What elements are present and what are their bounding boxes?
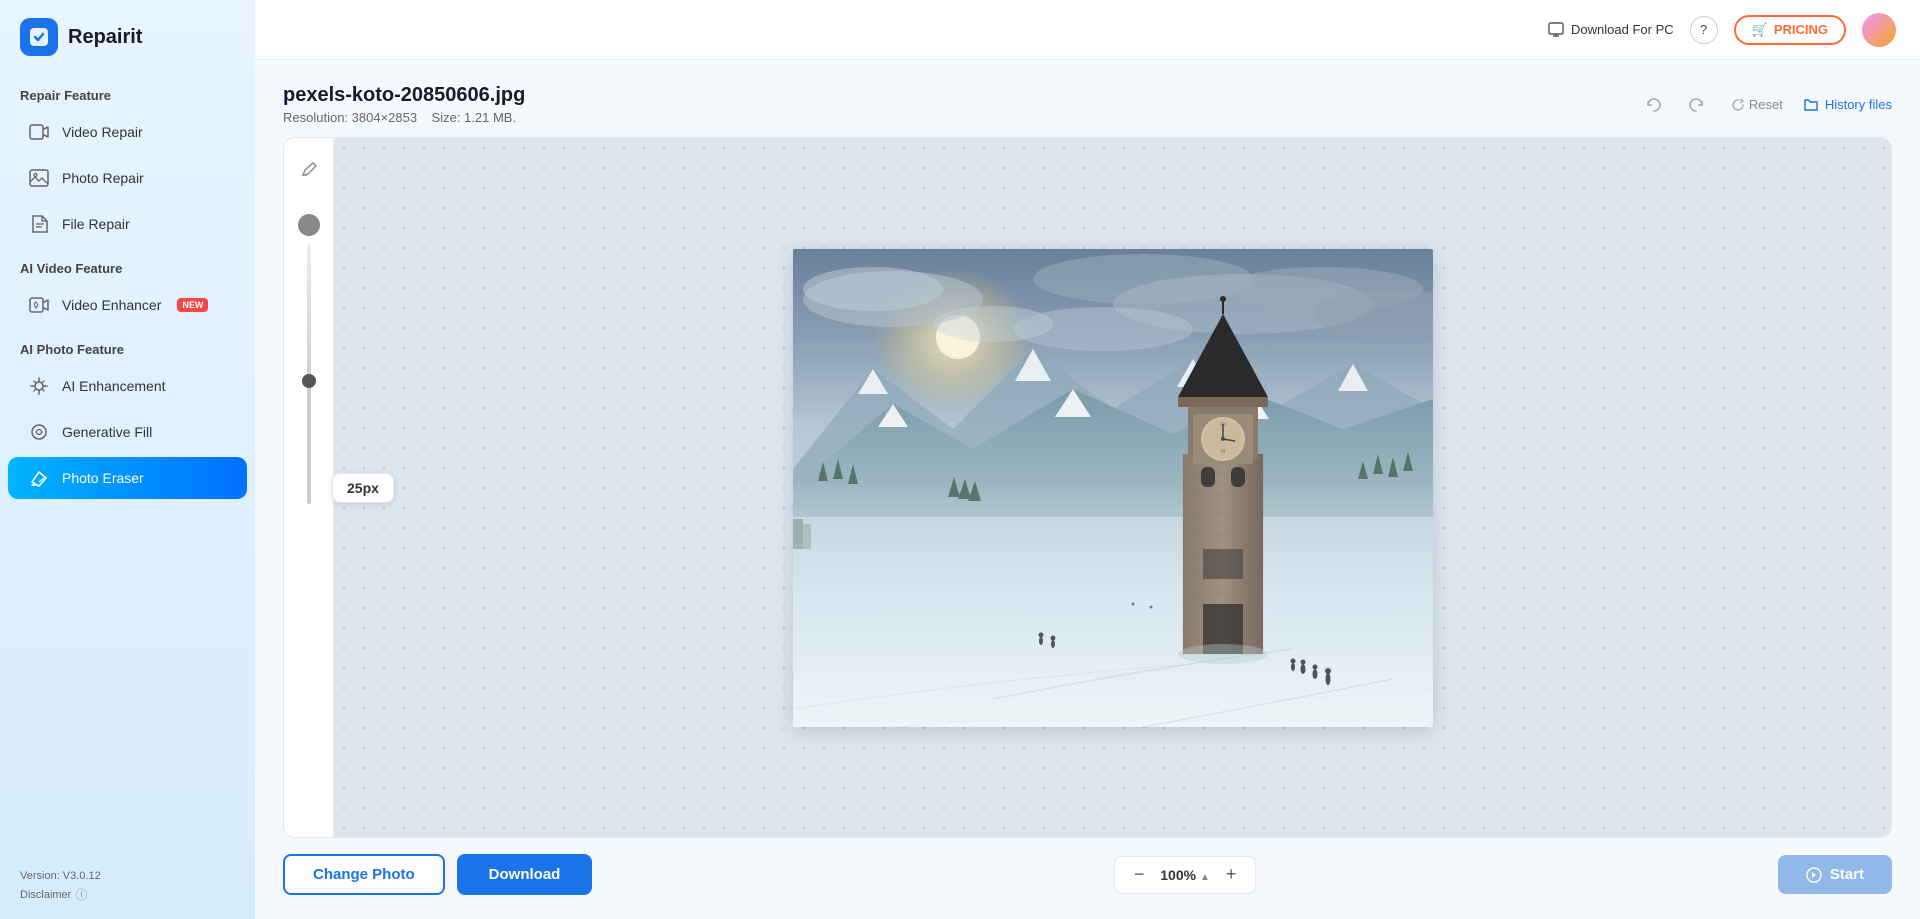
sidebar-item-file-repair[interactable]: File Repair <box>8 203 247 245</box>
brush-size-value: 25px <box>347 480 379 496</box>
video-repair-label: Video Repair <box>62 124 143 140</box>
zoom-value-display: 100% ▲ <box>1159 867 1211 883</box>
video-enhancer-label: Video Enhancer <box>62 297 161 313</box>
zoom-chevron-icon[interactable]: ▲ <box>1200 872 1210 883</box>
bottom-right-actions: Start <box>1778 855 1892 894</box>
undo-button[interactable] <box>1639 90 1669 120</box>
ai-video-feature-section: AI Video Feature <box>0 247 255 282</box>
version-label: Version: V3.0.12 <box>20 870 235 882</box>
svg-text:XII: XII <box>1219 422 1225 428</box>
repair-feature-section: Repair Feature <box>0 74 255 109</box>
download-pc-label: Download For PC <box>1571 22 1674 37</box>
bottom-left-actions: Change Photo Download <box>283 854 592 895</box>
canvas-area[interactable]: XII VI <box>334 138 1891 837</box>
cart-icon: 🛒 <box>1752 22 1768 38</box>
main-image: XII VI <box>793 249 1433 727</box>
file-name: pexels-koto-20850606.jpg <box>283 84 525 107</box>
zoom-controls: − 100% ▲ + <box>1114 856 1256 894</box>
reset-label: Reset <box>1749 97 1783 112</box>
brush-slider-thumb[interactable] <box>302 374 316 388</box>
sidebar-logo[interactable]: Repairit <box>0 0 255 74</box>
editor-area: 25px <box>283 137 1892 838</box>
photo-repair-label: Photo Repair <box>62 170 144 186</box>
file-repair-icon <box>28 213 50 235</box>
start-button[interactable]: Start <box>1778 855 1892 894</box>
app-logo-icon <box>20 18 58 56</box>
sidebar-item-ai-enhancement[interactable]: AI Enhancement <box>8 365 247 407</box>
help-button[interactable]: ? <box>1690 16 1718 44</box>
pricing-button[interactable]: 🛒 PRICING <box>1734 15 1846 45</box>
generative-fill-label: Generative Fill <box>62 424 152 440</box>
file-header: pexels-koto-20850606.jpg Resolution: 380… <box>283 84 1892 125</box>
brush-tool-button[interactable] <box>293 154 325 186</box>
pencil-icon <box>300 161 318 179</box>
topbar: Download For PC ? 🛒 PRICING <box>255 0 1920 60</box>
photo-eraser-label: Photo Eraser <box>62 470 144 486</box>
sidebar-footer: Version: V3.0.12 Disclaimer ⓘ <box>0 854 255 919</box>
start-label: Start <box>1830 866 1864 883</box>
pricing-label: PRICING <box>1774 22 1828 37</box>
disclaimer-text: Disclaimer <box>20 889 71 901</box>
brush-size-indicator <box>298 214 320 236</box>
main-content: Download For PC ? 🛒 PRICING pexels-koto-… <box>255 0 1920 919</box>
file-info: pexels-koto-20850606.jpg Resolution: 380… <box>283 84 525 125</box>
zoom-in-button[interactable]: + <box>1219 863 1243 887</box>
ai-enhancement-label: AI Enhancement <box>62 378 166 394</box>
zoom-plus-icon: + <box>1226 864 1237 885</box>
disclaimer-info-icon: ⓘ <box>75 886 87 903</box>
photo-eraser-icon <box>28 467 50 489</box>
download-for-pc-button[interactable]: Download For PC <box>1547 21 1674 39</box>
disclaimer-link[interactable]: Disclaimer ⓘ <box>20 886 235 903</box>
brush-size-tooltip: 25px <box>332 473 394 503</box>
file-resolution: Resolution: 3804×2853 <box>283 110 417 125</box>
sidebar-item-generative-fill[interactable]: Generative Fill <box>8 411 247 453</box>
new-badge: NEW <box>177 298 208 312</box>
monitor-icon <box>1547 21 1565 39</box>
user-avatar[interactable] <box>1862 13 1896 47</box>
sidebar-item-video-enhancer[interactable]: Video Enhancer NEW <box>8 284 247 326</box>
sidebar-item-photo-eraser[interactable]: Photo Eraser <box>8 457 247 499</box>
folder-icon <box>1803 97 1819 113</box>
file-size: Size: 1.21 MB. <box>432 110 517 125</box>
ai-enhancement-icon <box>28 375 50 397</box>
ai-photo-feature-section: AI Photo Feature <box>0 328 255 363</box>
sidebar: Repairit Repair Feature Video Repair Pho… <box>0 0 255 919</box>
image-scene-svg: XII VI <box>793 249 1433 727</box>
brush-size-slider-container <box>298 198 320 821</box>
sidebar-item-video-repair[interactable]: Video Repair <box>8 111 247 153</box>
photo-repair-icon <box>28 167 50 189</box>
content-area: pexels-koto-20850606.jpg Resolution: 380… <box>255 60 1920 919</box>
video-repair-icon <box>28 121 50 143</box>
start-icon <box>1806 867 1822 883</box>
history-files-button[interactable]: History files <box>1803 97 1892 113</box>
change-photo-button[interactable]: Change Photo <box>283 854 445 895</box>
generative-fill-icon <box>28 421 50 443</box>
zoom-percent: 100% <box>1160 867 1196 883</box>
file-actions: Reset History files <box>1639 90 1892 120</box>
brush-slider-track[interactable] <box>307 244 311 504</box>
sidebar-item-photo-repair[interactable]: Photo Repair <box>8 157 247 199</box>
zoom-out-button[interactable]: − <box>1127 863 1151 887</box>
app-name: Repairit <box>68 26 142 49</box>
reset-icon <box>1731 98 1745 112</box>
history-label: History files <box>1825 97 1892 112</box>
redo-button[interactable] <box>1681 90 1711 120</box>
file-repair-label: File Repair <box>62 216 130 232</box>
brush-panel: 25px <box>284 138 334 837</box>
download-button[interactable]: Download <box>457 854 593 895</box>
video-enhancer-icon <box>28 294 50 316</box>
svg-text:VI: VI <box>1220 449 1225 455</box>
file-meta: Resolution: 3804×2853 Size: 1.21 MB. <box>283 110 525 125</box>
zoom-minus-icon: − <box>1134 864 1145 885</box>
reset-button[interactable]: Reset <box>1723 93 1791 116</box>
bottom-controls: Change Photo Download − 100% ▲ + Start <box>283 838 1892 895</box>
